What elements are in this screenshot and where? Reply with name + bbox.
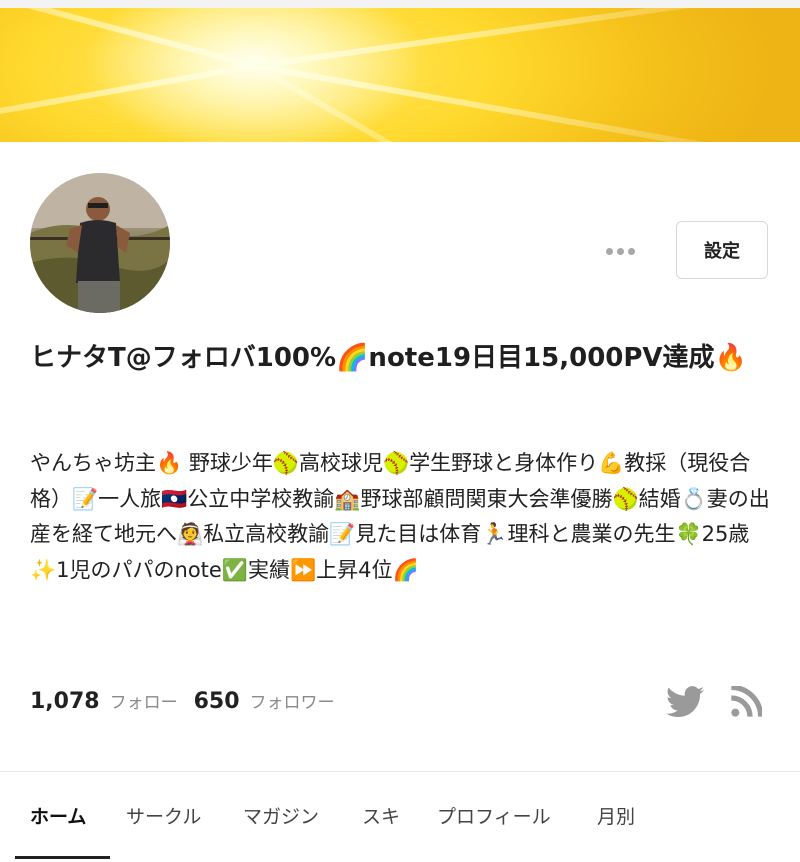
active-tab-indicator: [15, 856, 110, 859]
more-dot-icon: [627, 247, 635, 255]
twitter-icon[interactable]: [666, 686, 704, 718]
profile-tabs: ホーム サークル マガジン スキ プロフィール 月別: [0, 772, 800, 862]
following-count[interactable]: 1,078: [30, 689, 100, 714]
tab-likes[interactable]: スキ: [362, 802, 400, 829]
more-dot-icon: [605, 247, 613, 255]
tab-circle[interactable]: サークル: [126, 802, 201, 829]
avatar-photo: [30, 173, 170, 313]
settings-button[interactable]: 設定: [676, 221, 768, 279]
tab-home[interactable]: ホーム: [30, 802, 86, 829]
more-options-button[interactable]: [600, 233, 640, 269]
follow-stats: 1,078 フォロー 650 フォロワー: [30, 688, 351, 720]
tab-magazine[interactable]: マガジン: [243, 802, 319, 829]
page-top-edge: [0, 0, 800, 8]
followers-label[interactable]: フォロワー: [250, 688, 335, 713]
profile-bio: やんちゃ坊主🔥 野球少年🥎高校球児🥎学生野球と身体作り💪教採（現役合格）📝一人旅…: [30, 451, 770, 582]
rss-icon[interactable]: [730, 686, 762, 718]
followers-count[interactable]: 650: [194, 689, 240, 714]
avatar[interactable]: [30, 173, 170, 313]
more-dot-icon: [616, 247, 624, 255]
following-label[interactable]: フォロー: [110, 688, 178, 713]
display-name: ヒナタT@フォロバ100%🌈note19日目15,000PV達成🔥: [30, 343, 747, 373]
tab-profile[interactable]: プロフィール: [437, 802, 551, 829]
tab-monthly[interactable]: 月別: [597, 802, 635, 829]
header-banner: [0, 8, 800, 142]
